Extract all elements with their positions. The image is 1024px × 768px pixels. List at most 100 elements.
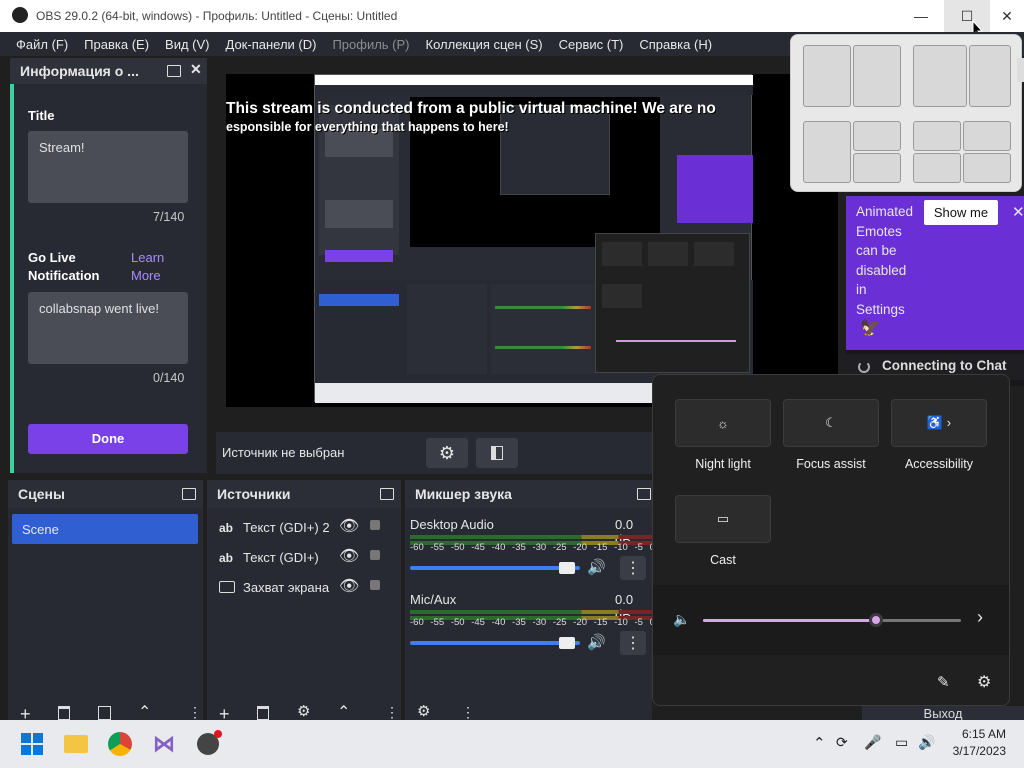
learn-more-link[interactable]: Learn More: [131, 250, 164, 283]
eye-icon[interactable]: 👁: [339, 576, 359, 596]
title-label: Title: [28, 108, 55, 123]
clock[interactable]: 6:15 AM 3/17/2023: [950, 727, 1006, 758]
volume-icon[interactable]: 🔊: [918, 734, 935, 751]
snap-zone[interactable]: [963, 121, 1011, 151]
snap-zone[interactable]: [969, 45, 1011, 107]
obs-taskbar-icon[interactable]: [192, 728, 224, 760]
eye-icon[interactable]: 👁: [339, 516, 359, 536]
cast-tile[interactable]: ▭: [675, 495, 771, 543]
chevron-right-icon[interactable]: ›: [977, 607, 983, 628]
undock-icon[interactable]: [637, 488, 651, 500]
system-volume-slider[interactable]: [703, 613, 961, 627]
snap-zone[interactable]: [853, 45, 901, 107]
menu-scene-collection[interactable]: Коллекция сцен (S): [418, 37, 551, 52]
minimize-button[interactable]: —: [898, 0, 944, 32]
focus-assist-tile[interactable]: ☾: [783, 399, 879, 447]
snap-zone[interactable]: [963, 153, 1011, 183]
snap-zone[interactable]: [853, 121, 901, 151]
text-icon: ab: [219, 521, 234, 535]
done-button[interactable]: Done: [28, 424, 188, 454]
snap-zone[interactable]: [803, 45, 851, 107]
title-input[interactable]: Stream!: [28, 131, 188, 203]
sources-title: Источники: [217, 486, 291, 502]
source-row[interactable]: ab Текст (GDI+) 2 👁: [207, 516, 401, 544]
stream-overlay-text-line1: This stream is conducted from a public v…: [226, 100, 716, 117]
start-button[interactable]: [16, 728, 48, 760]
source-row[interactable]: Захват экрана 👁: [207, 576, 401, 604]
microphone-icon[interactable]: 🎤: [864, 734, 881, 751]
source-name: Текст (GDI+): [243, 550, 319, 565]
mixer-settings-icon[interactable]: ⚙: [417, 702, 430, 720]
menu-edit[interactable]: Правка (E): [76, 37, 157, 52]
trash-icon[interactable]: [257, 706, 269, 720]
stream-preview[interactable]: This stream is conducted from a public v…: [226, 74, 838, 407]
dock-header: Информация о ... ✕: [10, 58, 207, 84]
channel-name: Mic/Aux: [410, 592, 457, 607]
menu-docks[interactable]: Док-панели (D): [218, 37, 325, 52]
menu-help[interactable]: Справка (H): [631, 37, 720, 52]
snap-zone[interactable]: [803, 121, 851, 183]
scrollbar-thumb[interactable]: [1017, 58, 1024, 82]
close-icon[interactable]: ✕: [1012, 203, 1024, 221]
lock-icon[interactable]: [370, 550, 380, 560]
windows-icon: [21, 733, 43, 755]
menu-view[interactable]: Вид (V): [157, 37, 217, 52]
lock-icon[interactable]: [370, 580, 380, 590]
snap-zone[interactable]: [913, 45, 967, 107]
speaker-icon[interactable]: 🔈: [673, 611, 690, 628]
channel-menu-button[interactable]: ⋮: [620, 556, 646, 580]
source-filters-button[interactable]: [476, 438, 518, 468]
undock-icon[interactable]: [380, 488, 394, 500]
gear-icon[interactable]: ⚙: [297, 702, 310, 720]
volume-slider-handle[interactable]: [558, 637, 575, 649]
focus-assist-label: Focus assist: [796, 457, 866, 471]
exit-button[interactable]: Выход: [862, 706, 1024, 721]
source-row[interactable]: ab Текст (GDI+) 👁: [207, 546, 401, 574]
close-button[interactable]: ✕: [990, 0, 1024, 32]
emote-icon: 🦅: [860, 320, 880, 337]
channel-menu-button[interactable]: ⋮: [620, 631, 646, 655]
clock-time: 6:15 AM: [961, 727, 1006, 741]
speaker-icon[interactable]: 🔊: [587, 558, 606, 576]
undock-icon[interactable]: [167, 65, 181, 77]
volume-slider-handle[interactable]: [558, 562, 575, 574]
speaker-icon[interactable]: 🔊: [587, 633, 606, 651]
lock-icon[interactable]: [370, 520, 380, 530]
chrome-icon[interactable]: [104, 728, 136, 760]
system-volume-handle[interactable]: [868, 613, 883, 627]
volume-slider[interactable]: [410, 562, 580, 574]
file-explorer-icon[interactable]: [60, 728, 92, 760]
menu-profile[interactable]: Профиль (P): [324, 37, 417, 52]
accessibility-tile[interactable]: ♿ ›: [891, 399, 987, 447]
more-icon[interactable]: ⋮: [461, 704, 475, 720]
chevron-up-icon[interactable]: ⌃: [813, 734, 826, 752]
snap-zone[interactable]: [853, 153, 901, 183]
scene-item[interactable]: Scene: [12, 514, 198, 544]
volume-slider[interactable]: [410, 637, 580, 649]
eye-icon[interactable]: 👁: [339, 546, 359, 566]
more-icon[interactable]: ⋮: [188, 704, 202, 721]
scene-filter-icon[interactable]: [98, 706, 111, 720]
notification-input[interactable]: collabsnap went live!: [28, 292, 188, 364]
undock-icon[interactable]: [182, 488, 196, 500]
sync-icon[interactable]: ⟳: [836, 734, 848, 751]
source-properties-button[interactable]: ⚙: [426, 438, 468, 468]
dock-close-icon[interactable]: ✕: [190, 61, 202, 78]
snap-zone[interactable]: [913, 153, 961, 183]
visual-studio-icon[interactable]: ⋈: [148, 728, 180, 760]
snap-zone[interactable]: [913, 121, 961, 151]
night-light-tile[interactable]: ☼: [675, 399, 771, 447]
settings-icon[interactable]: ⚙: [977, 672, 991, 692]
chevron-up-icon[interactable]: ⌃: [138, 702, 151, 722]
chevron-up-icon[interactable]: ⌃: [337, 702, 350, 722]
network-icon[interactable]: ▭: [895, 734, 908, 751]
menu-tools[interactable]: Сервис (T): [551, 37, 632, 52]
close-icon: ✕: [1001, 7, 1013, 24]
show-me-button[interactable]: Show me: [924, 200, 998, 225]
edit-icon[interactable]: ✎: [937, 673, 950, 691]
nested-meter-1: [495, 306, 591, 309]
more-icon[interactable]: ⋮: [385, 704, 399, 721]
clock-date: 3/17/2023: [952, 744, 1006, 758]
menu-file[interactable]: Файл (F): [8, 37, 76, 52]
trash-icon[interactable]: [58, 706, 70, 720]
